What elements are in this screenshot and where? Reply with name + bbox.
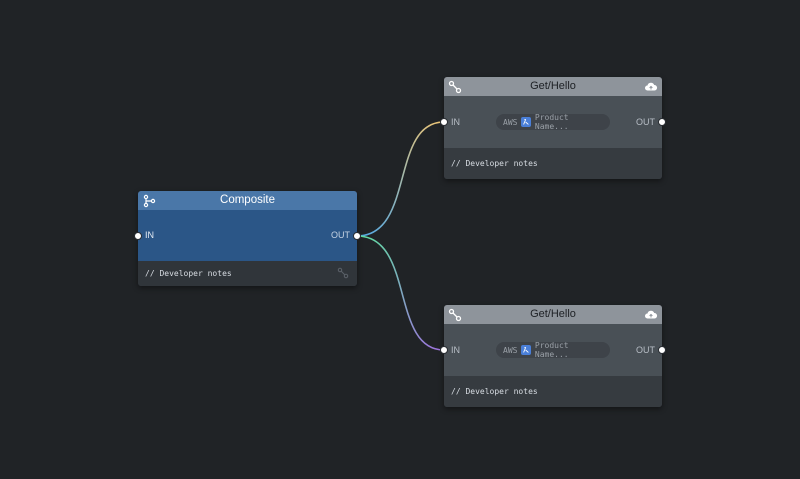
gethello-node-2[interactable]: Get/Hello IN AWS Product Name... OUT // … [444,305,662,407]
developer-notes[interactable]: // Developer notes [444,376,662,407]
gethello-node-body: IN AWS Product Name... OUT [444,96,662,148]
link-icon [448,308,462,322]
link-icon [337,267,349,279]
gethello-2-in-port[interactable] [440,346,448,354]
wire-composite-to-gethello-2[interactable] [356,235,445,351]
cloud-upload-icon[interactable] [644,308,658,322]
node-title: Get/Hello [530,80,576,92]
developer-notes[interactable]: // Developer notes [138,261,357,286]
gethello-node-header[interactable]: Get/Hello [444,77,662,96]
node-title: Composite [220,194,275,206]
composite-out-port[interactable] [353,232,361,240]
connection-wires [356,121,445,351]
developer-notes-text: // Developer notes [451,159,538,168]
out-port-label: OUT [636,345,655,355]
product-name-input[interactable]: AWS Product Name... [496,341,610,359]
provider-label: AWS [503,345,518,355]
out-port-label: OUT [636,117,655,127]
aws-lambda-icon [521,117,531,127]
out-port-label: OUT [331,230,350,240]
gethello-node-body: IN AWS Product Name... OUT [444,324,662,376]
product-name-placeholder: Product Name... [534,341,569,359]
wire-composite-to-gethello-1[interactable] [356,121,445,237]
composite-node-body: IN OUT [138,210,357,261]
gethello-node-header[interactable]: Get/Hello [444,305,662,324]
developer-notes-text: // Developer notes [451,387,538,396]
product-name-input[interactable]: AWS Product Name... [496,113,610,131]
provider-label: AWS [503,117,518,127]
product-name-placeholder: Product Name... [534,113,569,131]
developer-notes-text: // Developer notes [145,269,232,278]
composite-node[interactable]: Composite IN OUT // Developer notes [138,191,357,286]
in-port-label: IN [145,230,154,240]
in-port-label: IN [451,345,460,355]
in-port-label: IN [451,117,460,127]
link-icon [448,80,462,94]
gethello-node-1[interactable]: Get/Hello IN AWS Product Name... OUT // … [444,77,662,179]
gethello-1-out-port[interactable] [658,118,666,126]
composite-in-port[interactable] [134,232,142,240]
developer-notes[interactable]: // Developer notes [444,148,662,179]
cloud-upload-icon[interactable] [644,80,658,94]
branch-icon [143,194,156,208]
gethello-1-in-port[interactable] [440,118,448,126]
composite-node-header[interactable]: Composite [138,191,357,210]
aws-lambda-icon [521,345,531,355]
node-title: Get/Hello [530,308,576,320]
gethello-2-out-port[interactable] [658,346,666,354]
